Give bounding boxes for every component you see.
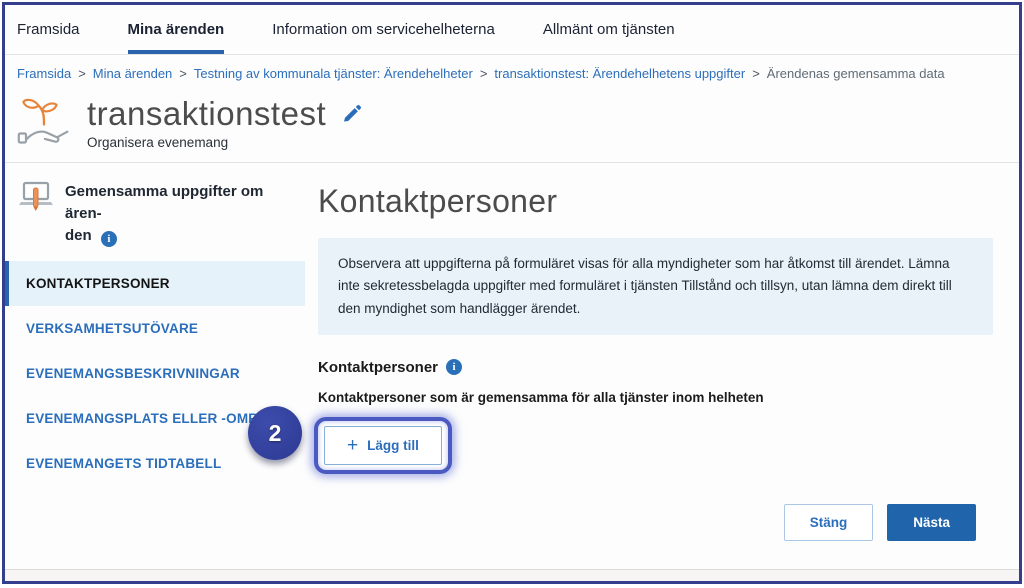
add-button-area: + Lägg till [318, 417, 993, 474]
sidebar-item-verksamhetsutovare[interactable]: VERKSAMHETSUTÖVARE [5, 306, 305, 351]
nav-item-framsida[interactable]: Framsida [17, 5, 80, 54]
laptop-pen-icon [19, 181, 55, 247]
plus-icon: + [347, 436, 358, 455]
page: Framsida Mina ärenden Information om ser… [0, 0, 1024, 588]
main-heading: Kontaktpersoner [318, 183, 993, 220]
breadcrumb-link-mina-arenden[interactable]: Mina ärenden [93, 66, 173, 81]
add-contact-button[interactable]: + Lägg till [324, 426, 442, 465]
breadcrumb: Framsida > Mina ärenden > Testning av ko… [5, 55, 1019, 91]
subsection-header: Kontaktpersoner i [318, 359, 993, 376]
main-panel: Kontaktpersoner Observera att uppgiftern… [305, 163, 1019, 569]
top-navigation: Framsida Mina ärenden Information om ser… [5, 5, 1019, 55]
sidebar-item-kontaktpersoner[interactable]: KONTAKTPERSONER [5, 261, 305, 306]
breadcrumb-separator: > [480, 66, 488, 81]
footer-actions: Stäng Nästa [318, 504, 976, 541]
breadcrumb-separator: > [78, 66, 86, 81]
annotation-step-badge: 2 [248, 406, 302, 460]
breadcrumb-link-transaktionstest[interactable]: transaktionstest: Ärendehelhetens uppgif… [494, 66, 745, 81]
annotation-highlight-ring: + Lägg till [314, 417, 452, 474]
page-title: transaktionstest [87, 95, 326, 133]
edit-title-pencil-icon[interactable] [342, 105, 361, 124]
breadcrumb-current-page: Ärendenas gemensamma data [767, 66, 945, 81]
subsection-description: Kontaktpersoner som är gemensamma för al… [318, 390, 993, 405]
sidebar-item-evenemangsbeskrivningar[interactable]: EVENEMANGSBESKRIVNINGAR [5, 351, 305, 396]
add-contact-button-label: Lägg till [367, 438, 419, 453]
info-icon[interactable]: i [446, 359, 462, 375]
next-button[interactable]: Nästa [887, 504, 976, 541]
sidebar: Gemensamma uppgifter om ären- den i KONT… [5, 163, 305, 569]
sidebar-section-title: Gemensamma uppgifter om ären- den i [65, 181, 291, 247]
app-window-frame: Framsida Mina ärenden Information om ser… [2, 2, 1022, 584]
footer-strip [5, 569, 1019, 581]
hand-sprout-icon [17, 95, 71, 150]
close-button[interactable]: Stäng [784, 504, 874, 541]
breadcrumb-link-framsida[interactable]: Framsida [17, 66, 71, 81]
breadcrumb-link-testning[interactable]: Testning av kommunala tjänster: Ärendehe… [194, 66, 473, 81]
nav-item-mina-arenden[interactable]: Mina ärenden [128, 5, 225, 54]
info-icon[interactable]: i [101, 231, 117, 247]
nav-item-allmant-om-tjansten[interactable]: Allmänt om tjänsten [543, 5, 675, 54]
page-subtitle: Organisera evenemang [87, 135, 361, 150]
breadcrumb-separator: > [179, 66, 187, 81]
page-header: transaktionstest Organisera evenemang [5, 91, 1019, 163]
sidebar-section-header: Gemensamma uppgifter om ären- den i [5, 175, 305, 261]
nav-item-information-om-servicehelheterna[interactable]: Information om servicehelheterna [272, 5, 495, 54]
breadcrumb-separator: > [752, 66, 760, 81]
subsection-title: Kontaktpersoner [318, 359, 438, 376]
notice-box: Observera att uppgifterna på formuläret … [318, 238, 993, 335]
content-area: Gemensamma uppgifter om ären- den i KONT… [5, 163, 1019, 569]
